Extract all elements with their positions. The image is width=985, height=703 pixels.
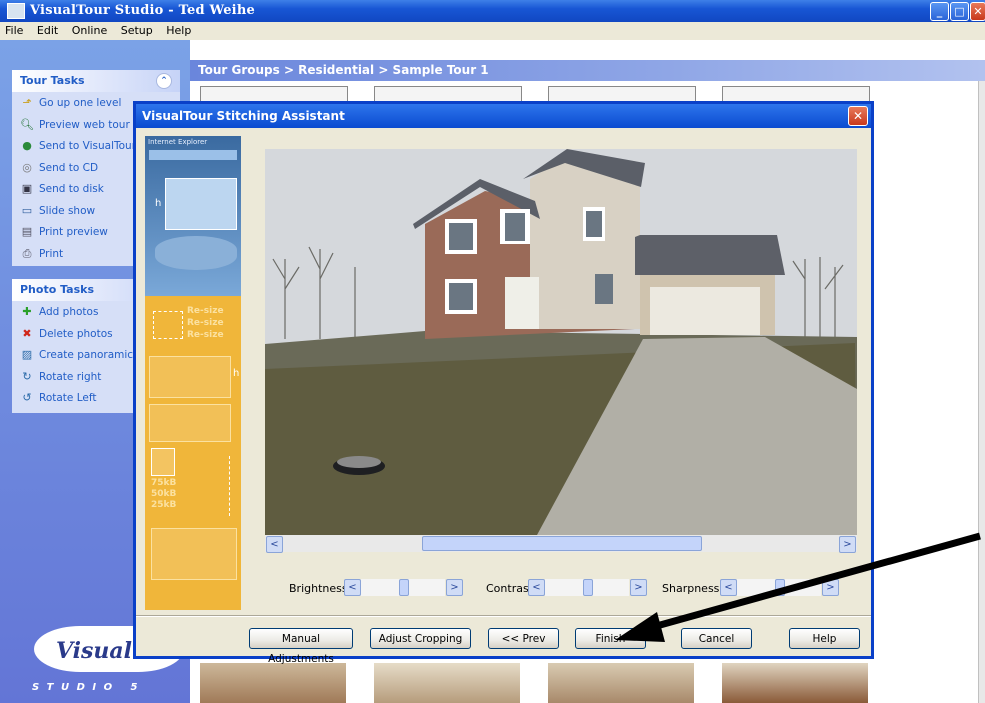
help-button[interactable]: Help — [789, 628, 860, 649]
minimize-button[interactable]: _ — [930, 2, 949, 21]
menu-setup[interactable]: Setup — [116, 22, 158, 37]
dialog-title-bar: VisualTour Stitching Assistant ✕ — [136, 104, 871, 128]
scroll-thumb[interactable] — [422, 536, 702, 551]
sharpness-thumb[interactable] — [775, 579, 785, 596]
wizard-illustration: Internet Explorer h Re-size Re-size Re-s… — [145, 136, 241, 610]
menu-file[interactable]: File — [0, 22, 28, 37]
breadcrumb: Tour Groups > Residential > Sample Tour … — [190, 60, 985, 81]
menu-edit[interactable]: Edit — [32, 22, 63, 37]
brightness-label: Brightness — [289, 582, 348, 595]
close-button[interactable]: ✕ — [970, 2, 985, 21]
prev-button[interactable]: << Prev — [488, 628, 559, 649]
finish-button[interactable]: Finish — [575, 628, 646, 649]
dialog-separator — [136, 615, 871, 617]
adjust-cropping-button[interactable]: Adjust Cropping — [370, 628, 471, 649]
app-icon — [7, 3, 25, 19]
window-title: VisualTour Studio - Ted Weihe — [30, 3, 255, 18]
scroll-left-icon[interactable]: < — [266, 536, 283, 553]
thumbnail-family-room[interactable] — [548, 663, 694, 703]
brightness-slider[interactable]: < > — [344, 579, 464, 596]
thumbnail-bedroom[interactable] — [200, 663, 346, 703]
brightness-decrease-icon[interactable]: < — [344, 579, 361, 596]
sharpness-label: Sharpness — [662, 582, 720, 595]
contrast-label: Contrast — [486, 582, 534, 595]
cd-icon: ◎ — [22, 160, 32, 174]
scroll-right-icon[interactable]: > — [839, 536, 856, 553]
image-horizontal-scrollbar[interactable]: < > — [265, 535, 857, 553]
title-bar: VisualTour Studio - Ted Weihe _ □ ✕ — [0, 0, 985, 22]
stitching-assistant-dialog: VisualTour Stitching Assistant ✕ Interne… — [133, 101, 874, 665]
panorama-preview-image — [265, 149, 857, 535]
add-icon: ✚ — [22, 305, 32, 318]
vertical-scrollbar[interactable] — [978, 81, 985, 703]
delete-icon: ✖ — [22, 326, 32, 340]
cancel-button[interactable]: Cancel — [681, 628, 752, 649]
brightness-increase-icon[interactable]: > — [446, 579, 463, 596]
sharpness-decrease-icon[interactable]: < — [720, 579, 737, 596]
contrast-slider[interactable]: < > — [528, 579, 648, 596]
print-preview-icon: ▤ — [21, 225, 33, 238]
globe-icon: ● — [22, 139, 32, 152]
dialog-close-button[interactable]: ✕ — [848, 106, 868, 126]
contrast-increase-icon[interactable]: > — [630, 579, 647, 596]
thumbnail-living-room[interactable] — [374, 663, 520, 703]
contrast-decrease-icon[interactable]: < — [528, 579, 545, 596]
menu-help[interactable]: Help — [161, 22, 196, 37]
tour-tasks-header[interactable]: Tour Tasks ⌃ — [12, 70, 180, 92]
folder-up-icon: ⬏ — [22, 96, 32, 109]
floppy-icon: ▣ — [21, 182, 33, 195]
contrast-thumb[interactable] — [583, 579, 593, 596]
maximize-button[interactable]: □ — [950, 2, 969, 21]
manual-adjustments-button[interactable]: Manual Adjustments — [249, 628, 353, 665]
rotate-left-icon: ↺ — [22, 391, 32, 404]
magnifier-icon: 🔍︎ — [20, 117, 34, 131]
panorama-icon: ▨ — [21, 348, 33, 361]
menu-online[interactable]: Online — [67, 22, 112, 37]
sharpness-slider[interactable]: < > — [720, 579, 840, 596]
printer-icon: ⎙ — [22, 246, 32, 260]
thumbnail-den[interactable] — [722, 663, 868, 703]
menu-bar: File Edit Online Setup Help — [0, 22, 985, 40]
collapse-icon[interactable]: ⌃ — [156, 73, 172, 89]
rotate-right-icon: ↻ — [22, 369, 32, 383]
slideshow-icon: ▭ — [21, 203, 33, 217]
brightness-thumb[interactable] — [399, 579, 409, 596]
sharpness-increase-icon[interactable]: > — [822, 579, 839, 596]
